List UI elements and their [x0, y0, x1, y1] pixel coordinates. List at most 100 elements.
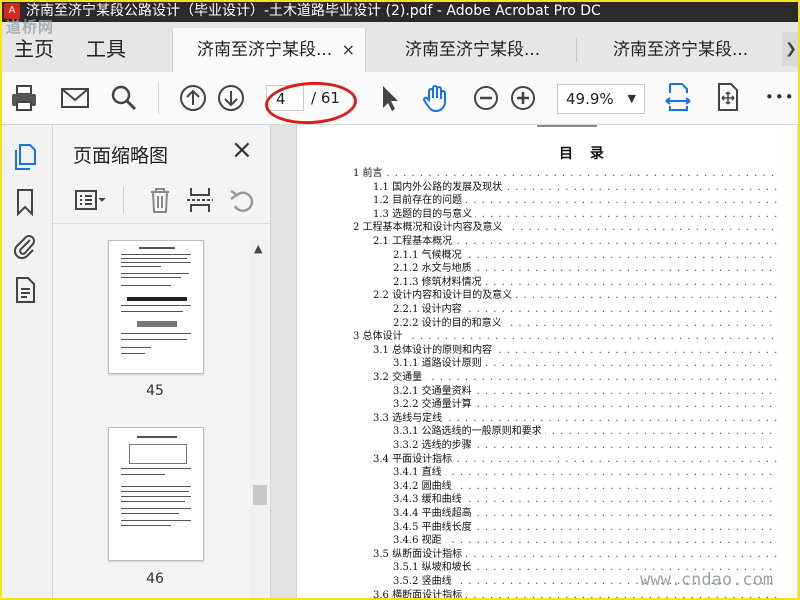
page-down-icon[interactable]	[215, 82, 247, 114]
attachment-icon[interactable]	[12, 232, 38, 260]
rotate-view-icon[interactable]	[712, 81, 744, 113]
toc-entry[interactable]: 2.2.1 设计内容. . . . . . . . . . . . . . . …	[393, 303, 777, 317]
toc-entry-text: 3.5.2 竖曲线	[393, 576, 455, 587]
hand-tool-icon[interactable]	[420, 82, 452, 114]
toc-entry[interactable]: 3.2 交通量. . . . . . . . . . . . . . . . .…	[373, 371, 777, 385]
page-thumbnail-46[interactable]	[108, 427, 204, 561]
toc-entry[interactable]: 3.1 总体设计的原则和内容. . . . . . . . . . . . . …	[373, 344, 777, 358]
thumb-line	[121, 262, 191, 263]
bookmark-icon[interactable]	[12, 188, 38, 217]
toc-entry[interactable]: 3.2.2 交通量计算. . . . . . . . . . . . . . .…	[393, 398, 777, 412]
thumbnail-page-number: 46	[146, 571, 164, 587]
toc-entry-text: 3.6 横断面设计指标	[373, 589, 466, 600]
toc-entry[interactable]: 2.1.3 修筑材料情况. . . . . . . . . . . . . . …	[393, 276, 777, 290]
toc-entry[interactable]: 3.3 选线与定线. . . . . . . . . . . . . . . .…	[373, 412, 777, 426]
toc-entry[interactable]: 3.4.5 平曲线长度. . . . . . . . . . . . . . .…	[393, 521, 777, 535]
thumb-line	[121, 254, 191, 255]
panel-divider	[123, 187, 124, 213]
window-titlebar[interactable]: A 济南至济宁某段公路设计（毕业设计）-土木道路毕业设计 (2).pdf - A…	[0, 0, 800, 22]
toc-entry[interactable]: 3.5 纵断面设计指标. . . . . . . . . . . . . . .…	[373, 548, 777, 562]
toc-entry-text: 1.2 目前存在的问题	[373, 195, 466, 207]
page-thumbnails-panel: 页面缩略图 × 45 46 ▲	[53, 125, 271, 600]
toc-entry-text: 3.1 总体设计的原则和内容	[373, 344, 496, 356]
toc-entry[interactable]: 3 总体设计. . . . . . . . . . . . . . . . . …	[353, 330, 777, 344]
toc-entry[interactable]: 3.3.1 公路选线的一般原则和要求. . . . . . . . . . . …	[393, 425, 777, 439]
toc-entry-text: 3.4.3 缓和曲线	[393, 494, 465, 506]
zoom-out-icon[interactable]	[470, 82, 502, 114]
thumb-line	[121, 258, 187, 259]
thumb-line	[121, 339, 187, 340]
toc-entry-text: 1.1 国内外公路的发展及现状	[373, 181, 506, 193]
thumb-line	[121, 333, 191, 334]
toc-entry[interactable]: 3.4.4 平曲线超高. . . . . . . . . . . . . . .…	[393, 507, 777, 521]
toc-entry-text: 3.4.4 平曲线超高	[393, 508, 475, 519]
thumb-line	[121, 347, 151, 348]
toc-entry[interactable]: 3.6 横断面设计指标. . . . . . . . . . . . . . .…	[373, 589, 777, 600]
toc-entry[interactable]: 3.4.2 圆曲线. . . . . . . . . . . . . . . .…	[393, 480, 777, 494]
thumb-line	[121, 520, 191, 521]
toc-entry-text: 3.3.2 选线的步骤	[393, 440, 475, 451]
email-icon[interactable]	[59, 82, 91, 114]
toc-entry[interactable]: 3.3.2 选线的步骤. . . . . . . . . . . . . . .…	[393, 439, 777, 453]
panel-scrollbar[interactable]: ▲	[250, 240, 268, 600]
tab-scroll-right[interactable]: ❯	[782, 32, 800, 66]
fit-page-icon[interactable]	[662, 81, 694, 113]
document-viewport[interactable]: 目 录 1 前言. . . . . . . . . . . . . . . . …	[271, 125, 800, 600]
tab-label: 济南至济宁某段...	[405, 40, 541, 60]
toc-entry[interactable]: 2.1.1 气候概况. . . . . . . . . . . . . . . …	[393, 249, 777, 263]
document-icon[interactable]	[12, 276, 38, 304]
toc-entry[interactable]: 3.2.1 交通量资料. . . . . . . . . . . . . . .…	[393, 385, 777, 399]
toc-entry-text: 3.4.5 平曲线长度	[393, 521, 475, 533]
menu-tools[interactable]: 工具	[86, 33, 126, 62]
toc-entry[interactable]: 3.4 平面设计指标. . . . . . . . . . . . . . . …	[373, 453, 777, 467]
toc-entry[interactable]: 1 前言. . . . . . . . . . . . . . . . . . …	[353, 167, 777, 181]
tab-document-1[interactable]: 济南至济宁某段... ×	[172, 28, 366, 72]
page-thumbnails-icon[interactable]	[12, 143, 38, 171]
tab-close-icon[interactable]: ×	[342, 28, 355, 72]
select-cursor-icon[interactable]	[374, 82, 406, 114]
panel-toolbar	[53, 177, 270, 224]
search-icon[interactable]	[108, 82, 140, 114]
toc-entry[interactable]: 2 工程基本概况和设计内容及意义. . . . . . . . . . . . …	[353, 221, 777, 235]
zoom-value: 49.9%	[566, 90, 614, 108]
print-icon[interactable]	[8, 82, 40, 114]
menu-home[interactable]: 主页	[14, 33, 54, 62]
chevron-right-icon: ❯	[785, 41, 797, 57]
toc-entry[interactable]: 3.1.1 道路设计原则. . . . . . . . . . . . . . …	[393, 357, 777, 371]
toc-entry-text: 3 总体设计	[353, 331, 406, 343]
toc-leader-dots: . . . . . . . . . . . . . . . . . . . . …	[353, 168, 777, 179]
toc-entry[interactable]: 1.3 选题的目的与意义. . . . . . . . . . . . . . …	[373, 208, 777, 222]
tab-document-2[interactable]: 济南至济宁某段...	[367, 28, 575, 72]
scroll-up-icon[interactable]: ▲	[254, 242, 262, 255]
thumb-line	[121, 353, 145, 354]
zoom-select[interactable]: 49.9% ▼	[557, 84, 645, 114]
toc-entry-text: 2.1.3 修筑材料情况	[393, 276, 485, 288]
toc-entry[interactable]: 3.4.1 直线. . . . . . . . . . . . . . . . …	[393, 466, 777, 480]
zoom-in-icon[interactable]	[507, 82, 539, 114]
toc-entry[interactable]: 3.4.6 视距. . . . . . . . . . . . . . . . …	[393, 534, 777, 548]
delete-page-icon[interactable]	[143, 185, 177, 215]
toc-entry[interactable]: 2.1 工程基本概况. . . . . . . . . . . . . . . …	[373, 235, 777, 249]
site-watermark-logo: 道桥网	[6, 18, 55, 36]
undo-icon[interactable]	[225, 185, 259, 215]
toc-entry[interactable]: 2.1.2 水文与地质. . . . . . . . . . . . . . .…	[393, 262, 777, 276]
more-icon[interactable]: •••	[765, 88, 795, 106]
toc-entry[interactable]: 1.2 目前存在的问题. . . . . . . . . . . . . . .…	[373, 194, 777, 208]
page-thumbnail-45[interactable]	[108, 240, 204, 374]
thumb-line	[121, 513, 179, 514]
toc-entry[interactable]: 3.4.3 缓和曲线. . . . . . . . . . . . . . . …	[393, 493, 777, 507]
thumb-line	[121, 311, 183, 312]
scrollbar-thumb[interactable]	[253, 485, 267, 505]
toc-entry[interactable]: 1.1 国内外公路的发展及现状. . . . . . . . . . . . .…	[373, 181, 777, 195]
tab-document-3[interactable]: 济南至济宁某段...	[577, 28, 781, 72]
thumb-line	[121, 486, 191, 487]
page-up-icon[interactable]	[177, 82, 209, 114]
toc-entry[interactable]: 2.2 设计内容和设计目的及意义. . . . . . . . . . . . …	[373, 289, 777, 303]
thumb-line	[121, 496, 191, 497]
close-icon[interactable]: ×	[231, 137, 253, 163]
left-nav-rail	[0, 125, 53, 600]
toc-entry[interactable]: 2.2.2 设计的目的和意义. . . . . . . . . . . . . …	[393, 317, 777, 331]
insert-page-icon[interactable]	[183, 185, 217, 215]
toc-leader-dots: . . . . . . . . . . . . . . . . . . . . …	[393, 467, 777, 479]
thumbnail-options-icon[interactable]	[73, 185, 107, 215]
